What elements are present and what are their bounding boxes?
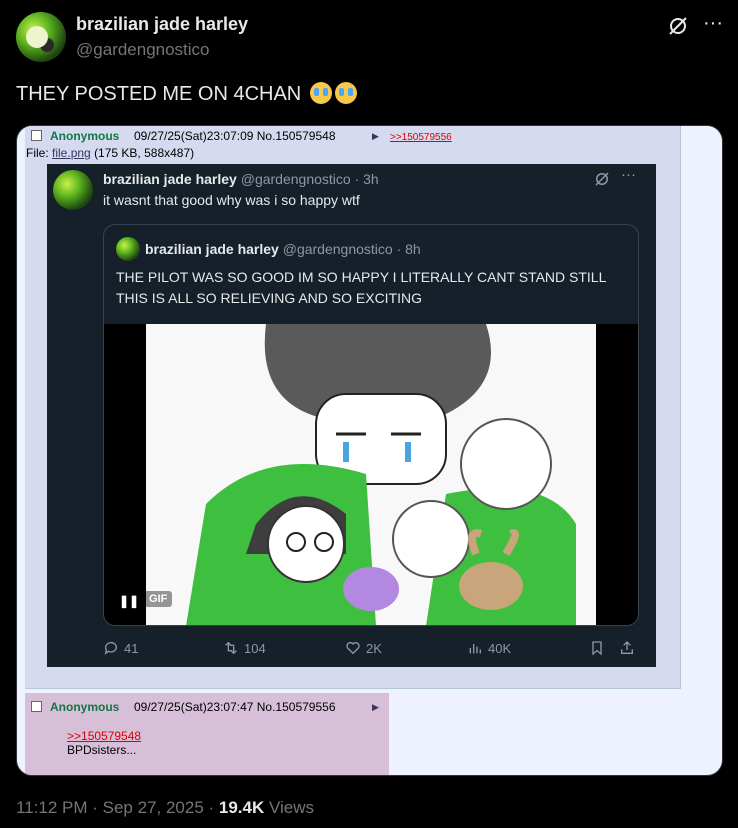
tweet-actions: 41 104 2K 40K (103, 640, 643, 660)
drawing-image (146, 324, 596, 625)
author-avatar[interactable] (16, 12, 66, 62)
file-info: File: file.png (175 KB, 588x487) (26, 146, 194, 160)
post-checkbox[interactable] (31, 130, 42, 141)
bookmark-icon (592, 641, 602, 656)
quote-author: brazilian jade harley @gardengnostico · … (145, 241, 421, 257)
backlink[interactable]: >>150579556 (390, 132, 452, 143)
share-icon (621, 641, 633, 654)
more-icon[interactable]: ··· (700, 12, 726, 38)
reply-action: 41 (103, 640, 138, 656)
like-count: 2K (366, 640, 382, 656)
grok-icon[interactable] (666, 14, 690, 38)
retweet-icon (225, 641, 237, 655)
gif-media: ❚❚ GIF (104, 324, 638, 625)
menu-arrow-icon[interactable]: ▶ (372, 702, 379, 713)
retweet-count: 104 (244, 640, 266, 656)
retweet-action: 104 (223, 640, 266, 656)
tweet-body: THEY POSTED ME ON 4CHAN (16, 83, 302, 105)
more-icon: ··· (621, 166, 636, 183)
quote-author-name: brazilian jade harley (145, 241, 279, 257)
post-meta: 09/27/25(Sat)23:07:09 No.150579548 (134, 129, 336, 143)
chan-post-2: Anonymous 09/27/25(Sat)23:07:47 No.15057… (25, 693, 389, 775)
author-handle[interactable]: @gardengnostico (76, 40, 210, 60)
quoted-tweet: brazilian jade harley @gardengnostico · … (103, 224, 639, 626)
heart-icon (346, 642, 360, 655)
quote-handle: @gardengnostico · 8h (282, 241, 421, 257)
chan-post-1: Anonymous 09/27/25(Sat)23:07:09 No.15057… (25, 126, 681, 689)
tweet-text: THEY POSTED ME ON 4CHAN (16, 82, 357, 106)
file-label: File: (26, 146, 49, 160)
crying-emoji-icon (309, 82, 332, 104)
screenshot-author: brazilian jade harley @gardengnostico · … (103, 171, 379, 187)
reply-icon (104, 642, 117, 655)
tweet-date[interactable]: Sep 27, 2025 (103, 798, 204, 817)
views-action: 40K (467, 640, 511, 656)
author-name[interactable]: brazilian jade harley (76, 14, 248, 35)
poster-name: Anonymous (50, 129, 120, 143)
crying-emoji-icon (334, 82, 357, 104)
post-checkbox[interactable] (31, 701, 42, 712)
quote-link[interactable]: >>150579548 (67, 729, 141, 743)
tweet-footer: 11:12 PM · Sep 27, 2025 · 19.4K Views (16, 798, 315, 817)
grok-icon (595, 172, 609, 186)
file-link[interactable]: file.png (52, 146, 91, 160)
screenshot-handle: @gardengnostico · 3h (240, 171, 379, 187)
avatar (116, 237, 140, 261)
views-count: 19.4K (218, 798, 265, 817)
views-count: 40K (488, 640, 512, 656)
views-icon (469, 644, 481, 654)
menu-arrow-icon[interactable]: ▶ (372, 131, 379, 142)
screenshot-text: it wasnt that good why was i so happy wt… (103, 192, 360, 208)
avatar (53, 170, 93, 210)
gif-badge: GIF (144, 591, 173, 607)
poster-name: Anonymous (50, 700, 120, 714)
reply-count: 41 (124, 640, 139, 656)
post-body: BPDsisters... (67, 743, 137, 757)
file-size: (175 KB, 588x487) (94, 146, 195, 160)
tweet-media[interactable]: Anonymous 09/27/25(Sat)23:07:09 No.15057… (16, 125, 723, 776)
embedded-tweet-screenshot[interactable]: brazilian jade harley @gardengnostico · … (47, 164, 656, 667)
like-action: 2K (345, 640, 382, 656)
pause-icon[interactable]: ❚❚ (119, 594, 139, 608)
tweet-time[interactable]: 11:12 PM (16, 798, 88, 817)
post-meta: 09/27/25(Sat)23:07:47 No.150579556 (134, 700, 336, 714)
quote-text: THE PILOT WAS SO GOOD IM SO HAPPY I LITE… (116, 269, 606, 306)
screenshot-author-name: brazilian jade harley (103, 171, 237, 187)
views-label: Views (269, 798, 315, 817)
